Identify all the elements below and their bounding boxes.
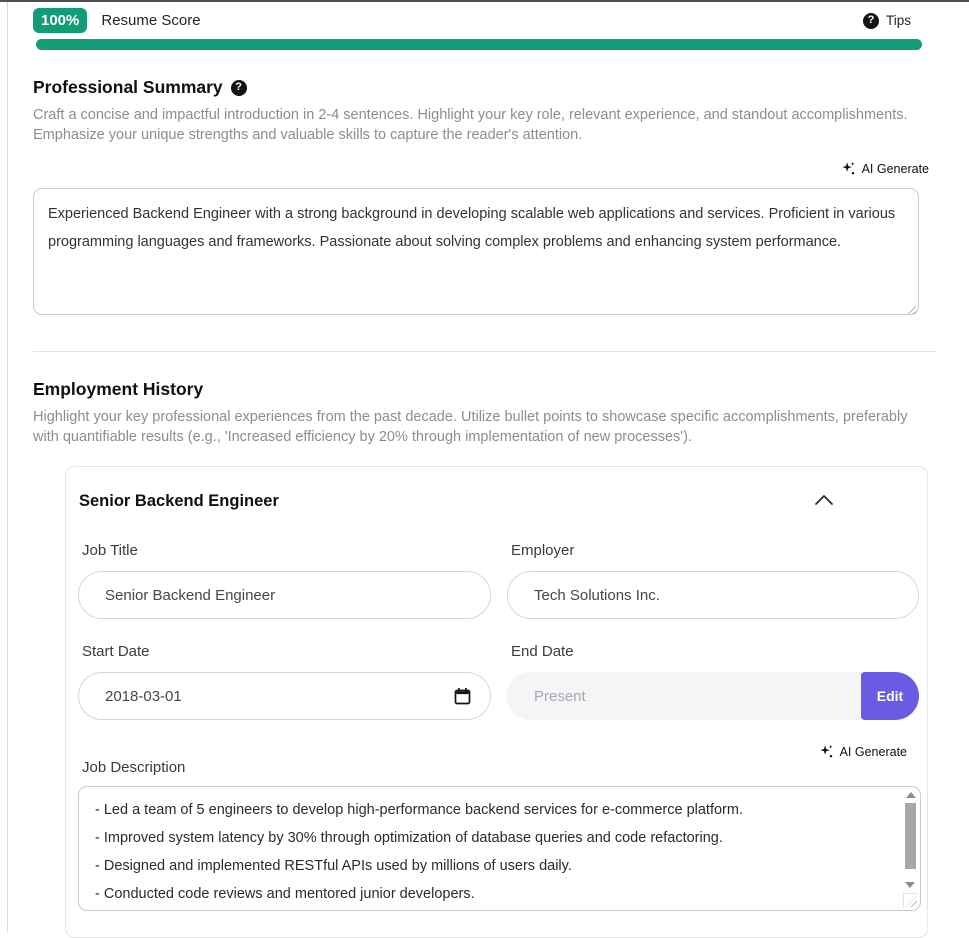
chevron-up-icon [815,495,833,505]
professional-summary-heading-text: Professional Summary [33,77,223,97]
resize-grip-icon[interactable] [903,893,918,908]
end-date-field-group: End Date Edit [507,643,919,720]
sparkle-icon [820,744,833,758]
calendar-icon[interactable] [454,687,471,705]
help-icon[interactable]: ? [230,79,247,96]
scroll-up-icon[interactable] [905,792,916,798]
employment-history-heading: Employment History [33,379,204,399]
help-icon: ? [862,12,879,29]
employment-history-description: Highlight your key professional experien… [33,409,908,445]
start-date-input[interactable] [78,672,491,720]
employment-entry-card: Senior Backend Engineer Job Title Employ… [65,466,928,938]
job-description-label: Job Description [82,759,186,776]
tips-button[interactable]: ? Tips [857,12,917,30]
employer-field-group: Employer [507,542,919,619]
job-description-textarea[interactable]: - Led a team of 5 engineers to develop h… [78,786,921,911]
resume-score-title: Resume Score [101,12,201,29]
job-description-text[interactable]: - Led a team of 5 engineers to develop h… [79,787,900,910]
scroll-down-icon[interactable] [905,882,915,888]
score-badge: 100% [33,8,88,33]
tips-label: Tips [885,13,911,28]
sparkle-icon [842,161,855,175]
professional-summary-heading: Professional Summary ? [33,77,937,98]
end-date-label: End Date [511,643,574,660]
professional-summary-section: Professional Summary ? Craft a concise a… [0,77,969,320]
job-title-input[interactable] [78,571,491,619]
edit-end-date-button[interactable]: Edit [861,672,919,720]
employer-input[interactable] [507,571,919,619]
ai-generate-label: AI Generate [839,744,907,759]
professional-summary-textarea[interactable]: Experienced Backend Engineer with a stro… [33,188,919,315]
job-title-label: Job Title [82,542,138,559]
ai-generate-button[interactable]: AI Generate [841,159,929,178]
professional-summary-description: Craft a concise and impactful introducti… [33,107,908,143]
employment-history-section: Employment History Highlight your key pr… [0,379,969,938]
start-date-field-group: Start Date [78,643,491,720]
resume-score-bar: 100% Resume Score ? Tips [0,2,969,39]
ai-generate-button[interactable]: AI Generate [819,742,907,761]
end-date-input[interactable] [507,672,919,720]
employer-label: Employer [511,542,575,559]
job-title-field-group: Job Title [78,542,491,619]
scrollbar[interactable] [903,789,918,891]
section-divider [33,351,936,352]
collapse-entry-button[interactable] [811,491,837,512]
resume-score-progress-bar [36,39,922,50]
ai-generate-label: AI Generate [861,161,929,176]
employment-entry-title: Senior Backend Engineer [79,492,279,510]
scrollbar-thumb[interactable] [905,803,916,869]
start-date-label: Start Date [82,643,150,660]
window-left-edge [7,2,8,932]
